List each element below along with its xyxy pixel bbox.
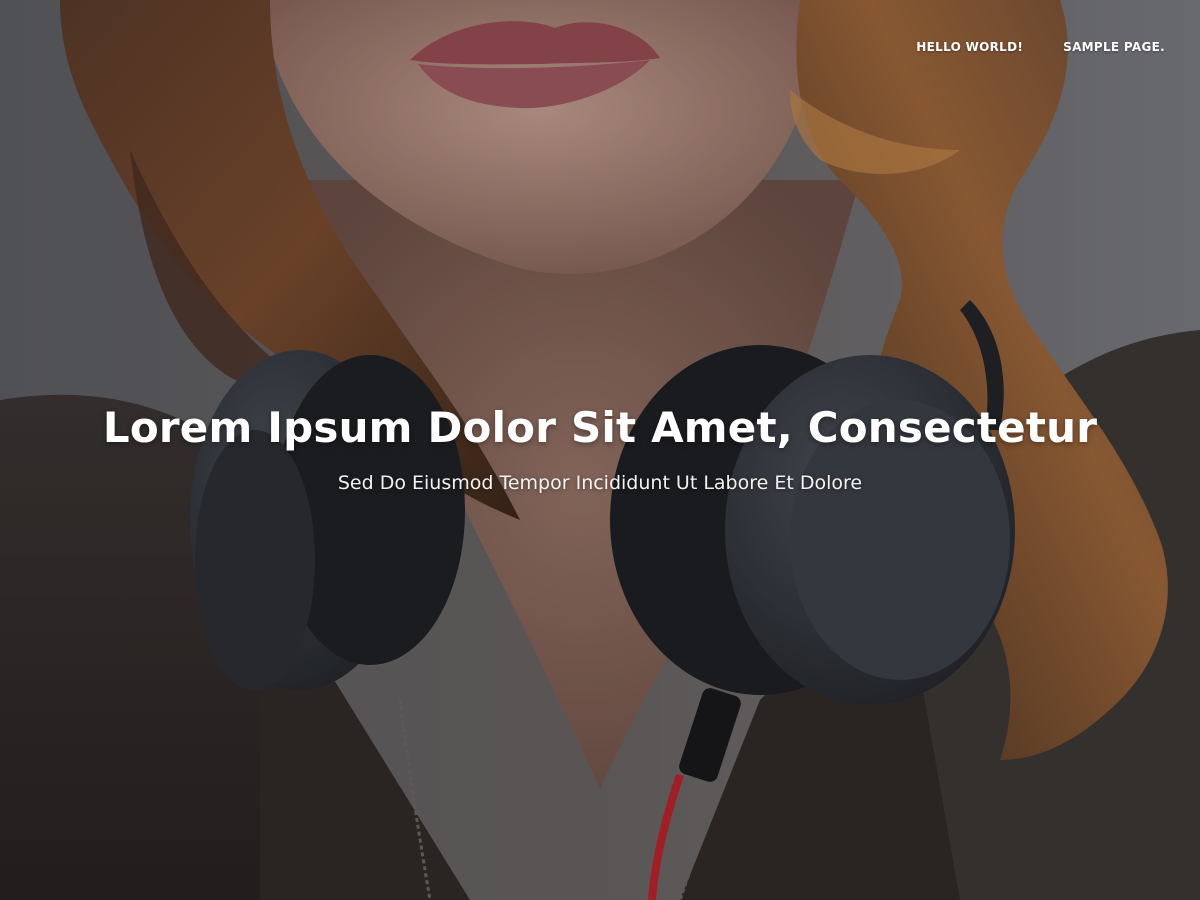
hero-subtitle: Sed Do Eiusmod Tempor Incididunt Ut Labo… — [337, 472, 863, 494]
nav-link-hello-world[interactable]: HELLO WORLD! — [916, 40, 1023, 54]
hero-title: Lorem Ipsum Dolor Sit Amet, Consectetur — [102, 403, 1098, 452]
nav-link-sample-page[interactable]: SAMPLE PAGE. — [1063, 40, 1165, 54]
hero-section: HELLO WORLD! SAMPLE PAGE. Lorem Ipsum Do… — [0, 0, 1200, 900]
top-navigation: HELLO WORLD! SAMPLE PAGE. — [916, 40, 1165, 54]
